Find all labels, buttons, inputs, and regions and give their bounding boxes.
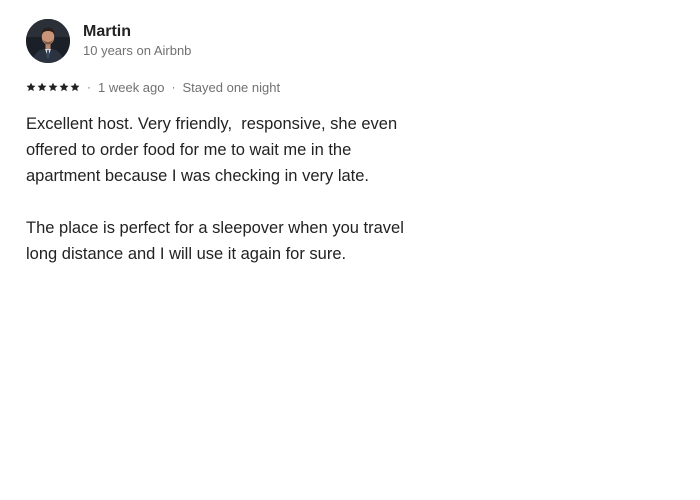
- reviewer-tenure: 10 years on Airbnb: [83, 43, 192, 58]
- review-paragraph: The place is perfect for a sleepover whe…: [26, 219, 409, 263]
- reviewer-header: Martin 10 years on Airbnb: [26, 18, 646, 64]
- review-date: 1 week ago: [98, 79, 165, 95]
- avatar[interactable]: [26, 19, 70, 63]
- meta-separator: ·: [87, 80, 91, 94]
- star-icon: [59, 82, 69, 92]
- star-rating: [26, 82, 80, 92]
- star-icon: [26, 82, 36, 92]
- review-meta: · 1 week ago · Stayed one night: [26, 77, 646, 97]
- review-body: Excellent host. Very friendly, responsiv…: [26, 111, 426, 267]
- reviewer-info: Martin 10 years on Airbnb: [83, 22, 191, 60]
- star-icon: [70, 82, 80, 92]
- review-card: Martin 10 years on Airbnb · 1 week ago ·…: [26, 18, 646, 267]
- stay-length: Stayed one night: [182, 79, 281, 95]
- review-paragraph: Excellent host. Very friendly, responsiv…: [26, 115, 402, 185]
- reviewer-name[interactable]: Martin: [83, 22, 191, 42]
- star-icon: [37, 82, 47, 92]
- user-avatar-icon: [26, 19, 70, 63]
- star-icon: [48, 82, 58, 92]
- meta-separator: ·: [171, 80, 176, 94]
